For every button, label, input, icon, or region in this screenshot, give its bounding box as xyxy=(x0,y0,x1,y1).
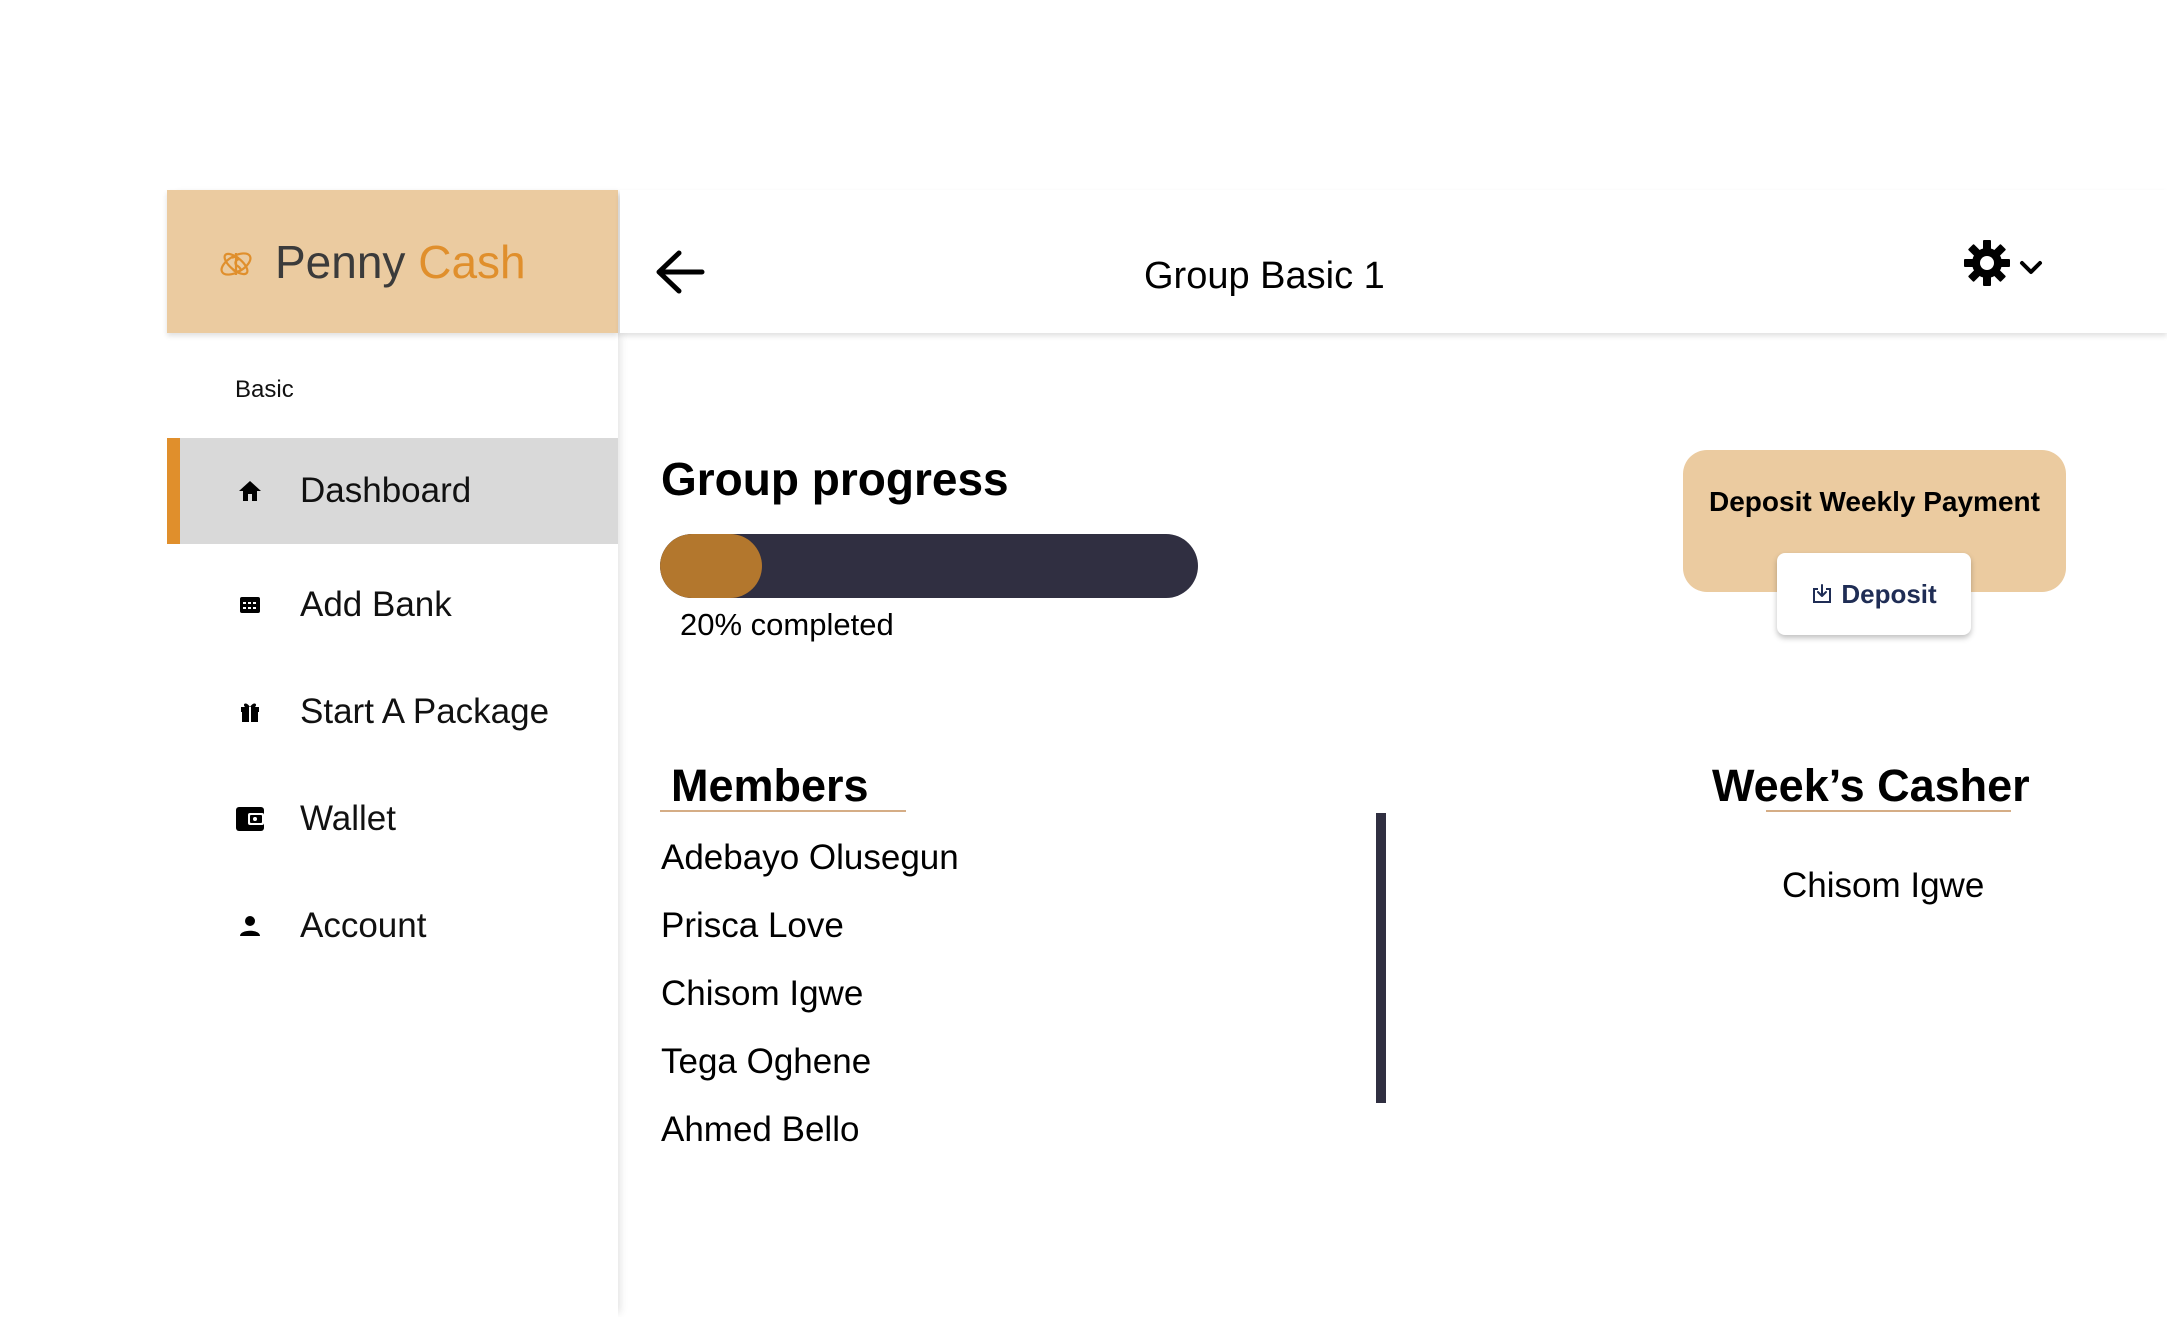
deposit-card-title: Deposit Weekly Payment xyxy=(1709,486,2040,517)
brand-header[interactable]: Penny Cash xyxy=(167,190,618,333)
bank-card-icon xyxy=(235,590,265,620)
sidebar-item-add-bank[interactable]: Add Bank xyxy=(167,552,618,658)
download-box-icon xyxy=(1813,584,1832,603)
sidebar-item-account[interactable]: Account xyxy=(167,873,618,979)
members-title-underline xyxy=(660,810,906,812)
person-icon xyxy=(235,911,265,941)
sidebar-item-dashboard[interactable]: Dashboard xyxy=(167,438,618,544)
cash-swirl-icon xyxy=(220,252,252,276)
member-list-item: Adebayo Olusegun xyxy=(661,838,959,877)
weeks-casher-title: Week’s Casher xyxy=(1712,760,2030,811)
top-header: Group Basic 1 xyxy=(620,190,2167,333)
sidebar-item-start-package[interactable]: Start A Package xyxy=(167,659,618,765)
sidebar-item-label: Dashboard xyxy=(300,471,472,510)
sidebar: Penny Cash Basic Dashboard Add Bank Star… xyxy=(167,190,618,1317)
gift-icon xyxy=(235,697,265,727)
sidebar-item-label: Wallet xyxy=(300,799,396,838)
weeks-casher-name: Chisom Igwe xyxy=(1782,866,1985,905)
gear-icon xyxy=(1964,240,2010,286)
back-button[interactable] xyxy=(655,250,705,294)
sidebar-item-label: Account xyxy=(300,906,427,945)
home-icon xyxy=(235,476,265,506)
chevron-down-icon xyxy=(2020,261,2042,274)
brand-name-part2: Cash xyxy=(418,236,526,288)
members-title: Members xyxy=(671,760,869,811)
member-list-item: Prisca Love xyxy=(661,906,844,945)
deposit-button-label: Deposit xyxy=(1841,578,1937,609)
page-title: Group Basic 1 xyxy=(1144,255,1385,297)
vertical-divider xyxy=(1376,813,1386,1103)
progress-bar-fill xyxy=(660,534,763,598)
sidebar-section-label: Basic xyxy=(235,376,294,403)
member-list-item: Ahmed Bello xyxy=(661,1110,860,1149)
deposit-button[interactable]: Deposit xyxy=(1777,553,1971,635)
arrow-left-icon xyxy=(656,250,705,294)
wallet-icon xyxy=(235,804,265,834)
sidebar-item-label: Add Bank xyxy=(300,585,452,624)
brand-name-part1: Penny xyxy=(275,236,406,288)
brand-name: Penny Cash xyxy=(275,232,526,292)
progress-bar xyxy=(660,534,1198,598)
sidebar-item-wallet[interactable]: Wallet xyxy=(167,766,618,872)
member-list-item: Tega Oghene xyxy=(661,1042,872,1081)
settings-menu-button[interactable] xyxy=(1962,238,2052,288)
group-progress-title: Group progress xyxy=(661,453,1009,505)
progress-label: 20% completed xyxy=(680,607,894,642)
sidebar-item-label: Start A Package xyxy=(300,692,550,731)
weeks-casher-underline xyxy=(1766,810,2011,812)
member-list-item: Chisom Igwe xyxy=(661,974,864,1013)
